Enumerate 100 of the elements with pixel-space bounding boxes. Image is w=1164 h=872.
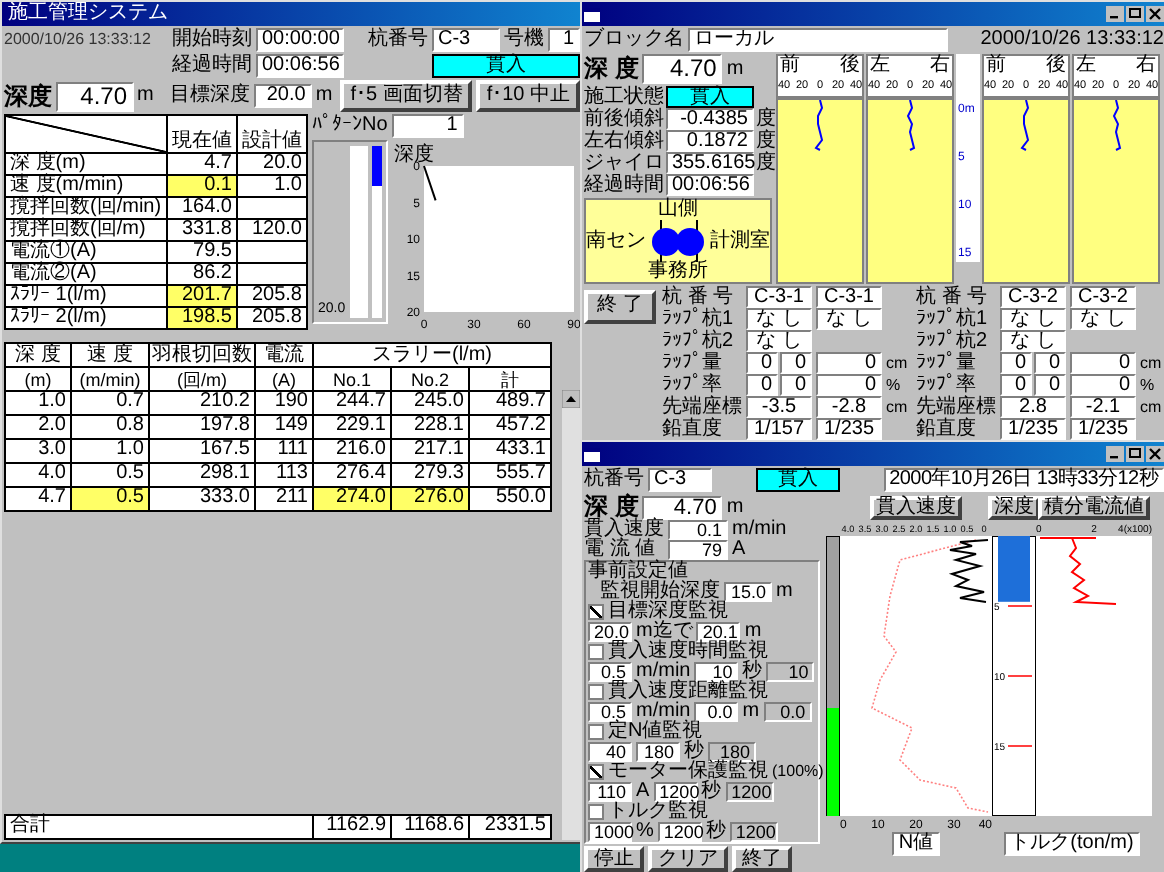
- value-field: 0.1872: [666, 130, 754, 152]
- action-button[interactable]: 停止: [584, 846, 644, 872]
- scroll-up-button[interactable]: [562, 390, 580, 408]
- field-label: ﾗｯﾌﾟ杭2: [916, 331, 990, 351]
- unit-label: 度: [756, 109, 776, 129]
- table-cell: 201.7: [168, 286, 236, 306]
- input-field[interactable]: 1200: [653, 782, 698, 802]
- table-cell: 1.0: [72, 440, 148, 462]
- input-field[interactable]: 20.0: [588, 622, 632, 642]
- unit-label: m/min: [636, 662, 691, 682]
- window-icon: [584, 447, 600, 461]
- window-icon: [584, 7, 600, 21]
- field-label: 号機: [504, 30, 544, 50]
- input-field[interactable]: 0.5: [588, 702, 632, 722]
- table-cell: 550.0: [470, 488, 550, 510]
- input-field[interactable]: 10: [694, 662, 739, 682]
- field-label: ﾗｯﾌﾟ杭1: [916, 309, 990, 329]
- date-time-field: 2000年10月26日 13時33分12秒: [883, 468, 1164, 492]
- checkbox[interactable]: [588, 644, 604, 660]
- table-cell: 86.2: [168, 264, 236, 284]
- checkbox-label: 定N値監視: [608, 722, 703, 742]
- close-button[interactable]: [1146, 6, 1164, 22]
- end-button[interactable]: 終了: [732, 846, 792, 872]
- chart-button[interactable]: 貫入速度: [870, 495, 962, 519]
- scrollbar[interactable]: [562, 390, 580, 840]
- pattern-number-field: 1: [391, 114, 464, 138]
- end-button[interactable]: 終 了: [584, 290, 656, 324]
- table-cell: 276.0: [392, 488, 468, 510]
- close-button[interactable]: [1146, 446, 1164, 462]
- minimize-button[interactable]: [1106, 6, 1124, 22]
- column-header: No.2: [392, 368, 468, 390]
- field-label: 経過時間: [172, 56, 252, 76]
- field-label: ﾗｯﾌﾟ杭2: [662, 331, 736, 351]
- input-field[interactable]: 180: [636, 742, 680, 762]
- checkbox[interactable]: [588, 684, 604, 700]
- pile-number-field: C-3: [432, 28, 500, 52]
- readout-field: 1200: [729, 822, 778, 842]
- unit-label: cm: [886, 353, 910, 373]
- depth-marker: [1007, 605, 1033, 607]
- time-field: 00:06:56: [256, 54, 344, 78]
- value-field: 0: [1034, 374, 1066, 396]
- table-cell: 1.0: [6, 392, 70, 414]
- table-cell: 210.2: [150, 392, 254, 414]
- axis-title: N値: [892, 832, 940, 856]
- table-cell: 198.5: [168, 308, 236, 328]
- depth-marker: [1007, 675, 1033, 677]
- function-key-button[interactable]: f･5 画面切替: [340, 80, 473, 112]
- unit-label: %: [886, 375, 903, 395]
- table-cell: 457.2: [470, 416, 550, 438]
- maximize-button[interactable]: [1126, 446, 1144, 462]
- table-cell: 4.7: [168, 154, 236, 174]
- checkbox[interactable]: [588, 724, 604, 740]
- pile-number-field: C-3: [648, 468, 712, 492]
- field-label: 鉛直度: [916, 419, 978, 439]
- maximize-button[interactable]: [1126, 6, 1144, 22]
- table-cell: 1168.6: [392, 816, 468, 838]
- direction-label: 計測室: [710, 231, 770, 251]
- minimize-button[interactable]: [1106, 446, 1124, 462]
- value-field: 355.6165: [666, 152, 754, 174]
- input-field[interactable]: 40: [588, 742, 632, 762]
- field-label: 電 流 値: [584, 540, 656, 560]
- axis-title: 左: [1076, 56, 1096, 76]
- depth-marker: [1007, 745, 1033, 747]
- checkbox[interactable]: [588, 804, 604, 820]
- checkbox[interactable]: [588, 764, 604, 780]
- function-key-button[interactable]: f･10 中止: [476, 80, 580, 112]
- table-cell: 4.7: [6, 488, 70, 510]
- value-field: 0: [780, 352, 812, 374]
- table-cell: 111: [256, 440, 312, 462]
- field-label: ﾊﾟﾀｰﾝNo: [312, 116, 388, 136]
- depth-field: 4.70: [56, 81, 134, 111]
- chart-button[interactable]: 積分電流値: [1038, 495, 1150, 519]
- field-label: ﾗｯﾌﾟ率: [662, 375, 722, 395]
- field-label: 先端座標: [916, 397, 996, 417]
- axis-title: 前: [780, 56, 800, 76]
- input-field[interactable]: 0.5: [588, 662, 632, 682]
- table-cell: 205.8: [238, 308, 306, 328]
- table-cell: 433.1: [470, 440, 550, 462]
- field-label: ﾗｯﾌﾟ杭1: [662, 309, 736, 329]
- table-cell: 167.5: [150, 440, 254, 462]
- input-field[interactable]: 15.0: [724, 582, 772, 602]
- input-field[interactable]: 0.0: [694, 702, 739, 722]
- table-cell: 279.3: [392, 464, 468, 486]
- action-button[interactable]: クリア: [648, 846, 728, 872]
- table-cell: 211: [256, 488, 312, 510]
- checkbox-label: トルク監視: [608, 802, 708, 822]
- input-field[interactable]: 20.1: [696, 622, 741, 642]
- field-label: 杭番号: [584, 470, 644, 490]
- chart-button[interactable]: 深度: [988, 495, 1040, 519]
- table-cell: 244.7: [314, 392, 390, 414]
- value-field: な し: [746, 330, 812, 352]
- checkbox[interactable]: [588, 604, 604, 620]
- table-cell: 216.0: [314, 440, 390, 462]
- field-label: 施工状態: [584, 87, 664, 107]
- unit-label: %: [636, 822, 654, 842]
- input-field[interactable]: 110: [588, 782, 632, 802]
- input-field[interactable]: 1200: [657, 822, 702, 842]
- input-field[interactable]: 1000: [588, 822, 632, 842]
- table-cell: 0.8: [72, 416, 148, 438]
- value-field: -2.8: [816, 396, 882, 418]
